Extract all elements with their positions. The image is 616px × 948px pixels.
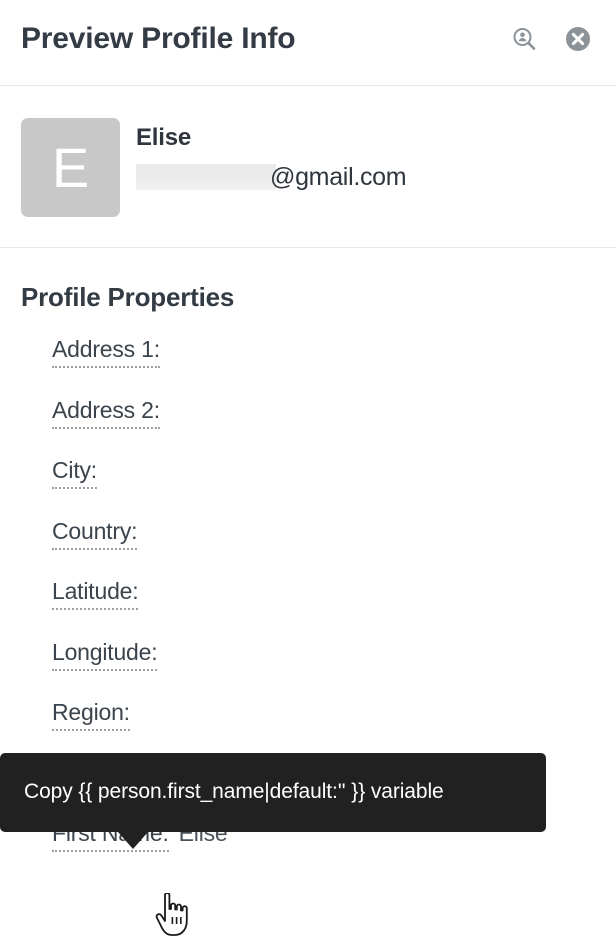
property-label[interactable]: Latitude: [52,577,139,610]
section-title: Profile Properties [21,282,235,312]
avatar: E [21,118,120,217]
page-title: Preview Profile Info [21,22,296,55]
property-row: City: [0,456,616,517]
copy-variable-tooltip: Copy {{ person.first_name|default:'' }} … [0,753,546,849]
property-label[interactable]: Longitude: [52,638,158,671]
close-button[interactable] [564,26,592,54]
property-row: Address 2: [0,396,616,457]
email-redaction-block [136,164,276,190]
property-label[interactable]: Country: [52,517,138,550]
profile-name: Elise [136,124,192,151]
close-circle-icon [565,26,591,55]
property-label[interactable]: Address 2: [52,396,160,429]
search-person-button[interactable] [510,26,538,54]
property-row: Address 1: [0,335,616,396]
header-actions [510,26,592,54]
property-label[interactable]: City: [52,456,97,489]
email-visible-suffix: @gmail.com [270,163,407,191]
panel-header: Preview Profile Info [0,0,616,86]
property-row: Region: [0,698,616,759]
property-row: Longitude: [0,638,616,699]
property-row: Country: [0,517,616,578]
tooltip-arrow [118,832,148,849]
tooltip-text: Copy {{ person.first_name|default:'' }} … [24,780,444,803]
mouse-cursor-pointing-hand [155,892,189,937]
identity-info: Elise @gmail.com [136,123,596,193]
profile-identity-block: E Elise @gmail.com [0,87,616,248]
preview-profile-info-panel: Preview Profile Info E Elise @gmail.com … [0,0,616,948]
search-person-icon [511,26,537,55]
property-row: Latitude: [0,577,616,638]
profile-email: @gmail.com [136,161,596,193]
property-label[interactable]: Address 1: [52,335,160,368]
property-label[interactable]: Region: [52,698,130,731]
